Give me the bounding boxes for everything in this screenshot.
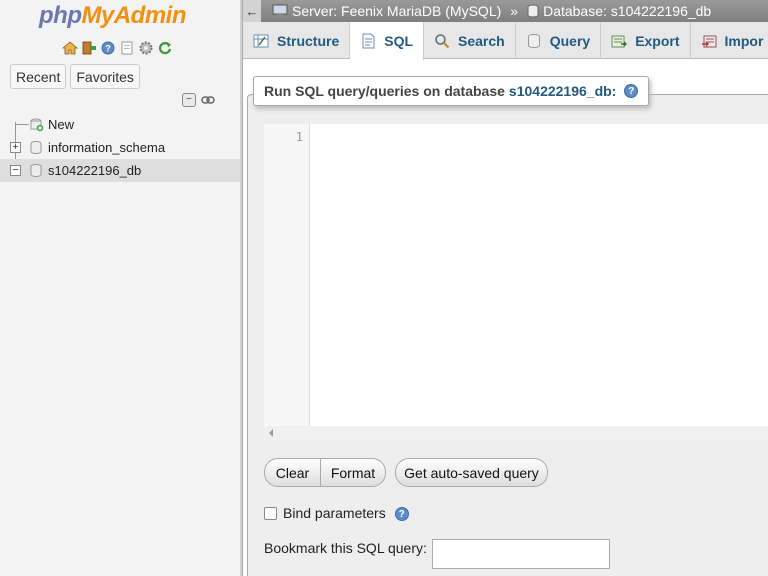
collapse-nav-arrow-icon[interactable]: ← xyxy=(243,0,261,22)
collapse-all-icon[interactable]: − xyxy=(182,93,196,107)
import-icon xyxy=(701,35,717,47)
tree-item-label: information_schema xyxy=(48,140,166,155)
format-button[interactable]: Format xyxy=(320,458,386,487)
tab-label: Export xyxy=(635,32,680,49)
query-icon xyxy=(527,33,540,48)
bind-parameters-row: Bind parameters ? xyxy=(264,505,409,521)
tree-item-information-schema[interactable]: + information_schema xyxy=(0,136,240,159)
tree-item-label: New xyxy=(48,117,75,132)
sql-query-legend: Run SQL query/queries on database s10422… xyxy=(253,76,650,106)
tab-export[interactable]: Export xyxy=(601,22,691,59)
export-icon xyxy=(611,35,628,47)
tab-import[interactable]: Impor xyxy=(691,22,768,59)
tab-structure[interactable]: Structure xyxy=(243,22,351,59)
breadcrumb-database-label: Database: s104222196_db xyxy=(543,3,712,19)
breadcrumb: ← Server: Feenix MariaDB (MySQL) » Datab… xyxy=(243,0,768,22)
expand-icon[interactable]: + xyxy=(10,142,21,153)
bookmark-label: Bookmark this SQL query: xyxy=(264,540,427,556)
help-icon[interactable]: ? xyxy=(100,40,116,56)
legend-text: Run SQL query/queries on database xyxy=(264,83,505,99)
home-icon[interactable] xyxy=(62,40,78,56)
phpmyadmin-logo[interactable]: phpMyAdmin xyxy=(39,2,186,30)
server-icon xyxy=(272,4,288,17)
tab-label: Impor xyxy=(724,32,764,49)
sql-editor[interactable]: 1 xyxy=(264,124,768,426)
tab-search[interactable]: Search xyxy=(424,22,516,59)
get-auto-saved-query-button[interactable]: Get auto-saved query xyxy=(395,458,548,487)
legend-database-link[interactable]: s104222196_db: xyxy=(509,83,616,99)
breadcrumb-server[interactable]: Server: Feenix MariaDB (MySQL) xyxy=(272,3,501,19)
tree-item-new[interactable]: New xyxy=(0,113,240,136)
tab-sql[interactable]: SQL xyxy=(350,22,425,60)
database-tree: New + information_schema − s104222196_db xyxy=(0,113,240,182)
exit-icon[interactable] xyxy=(81,40,97,56)
database-icon xyxy=(30,164,42,177)
tree-item-s104222196-db[interactable]: − s104222196_db xyxy=(0,159,240,182)
tab-label: SQL xyxy=(384,33,414,49)
nav-icon-bar: ? xyxy=(62,40,173,56)
svg-text:?: ? xyxy=(105,44,111,54)
settings-icon[interactable] xyxy=(138,40,154,56)
link-with-main-icon[interactable] xyxy=(201,93,215,107)
bind-parameters-label[interactable]: Bind parameters xyxy=(283,505,386,521)
logo-php: php xyxy=(39,2,82,29)
navigation-panel: phpMyAdmin ? Recent Favorites − New + in… xyxy=(0,0,240,576)
database-icon xyxy=(30,141,42,154)
docs-icon[interactable] xyxy=(119,40,135,56)
recent-button[interactable]: Recent xyxy=(10,64,67,89)
reload-icon[interactable] xyxy=(157,40,173,56)
tree-item-label: s104222196_db xyxy=(48,163,142,178)
new-db-icon xyxy=(30,118,44,132)
line-number-gutter: 1 xyxy=(264,124,310,426)
line-number: 1 xyxy=(295,130,303,144)
sql-icon xyxy=(362,33,375,49)
bookmark-input[interactable] xyxy=(432,539,610,569)
help-icon[interactable]: ? xyxy=(394,507,409,521)
scroll-left-arrow-icon[interactable] xyxy=(269,429,273,437)
database-icon xyxy=(527,4,539,18)
logo-myadmin: MyAdmin xyxy=(81,2,186,29)
collapse-icon[interactable]: − xyxy=(10,165,21,176)
help-icon[interactable]: ? xyxy=(624,84,639,98)
breadcrumb-server-label: Server: Feenix MariaDB (MySQL) xyxy=(292,3,502,19)
search-icon xyxy=(435,33,450,48)
clear-button[interactable]: Clear xyxy=(264,458,321,487)
tab-label: Structure xyxy=(277,32,340,49)
structure-icon xyxy=(253,34,269,47)
tab-query[interactable]: Query xyxy=(516,22,602,59)
favorites-button[interactable]: Favorites xyxy=(70,64,140,89)
breadcrumb-database[interactable]: Database: s104222196_db xyxy=(527,3,711,19)
tab-label: Query xyxy=(549,32,591,49)
main-content: Run SQL query/queries on database s10422… xyxy=(243,60,768,576)
tab-label: Search xyxy=(458,32,505,49)
breadcrumb-separator: » xyxy=(510,3,519,19)
bind-parameters-checkbox[interactable] xyxy=(264,506,277,520)
database-tabs: Structure SQL Search Query Export Impor xyxy=(243,22,768,60)
editor-horizontal-scrollbar[interactable] xyxy=(264,426,768,440)
